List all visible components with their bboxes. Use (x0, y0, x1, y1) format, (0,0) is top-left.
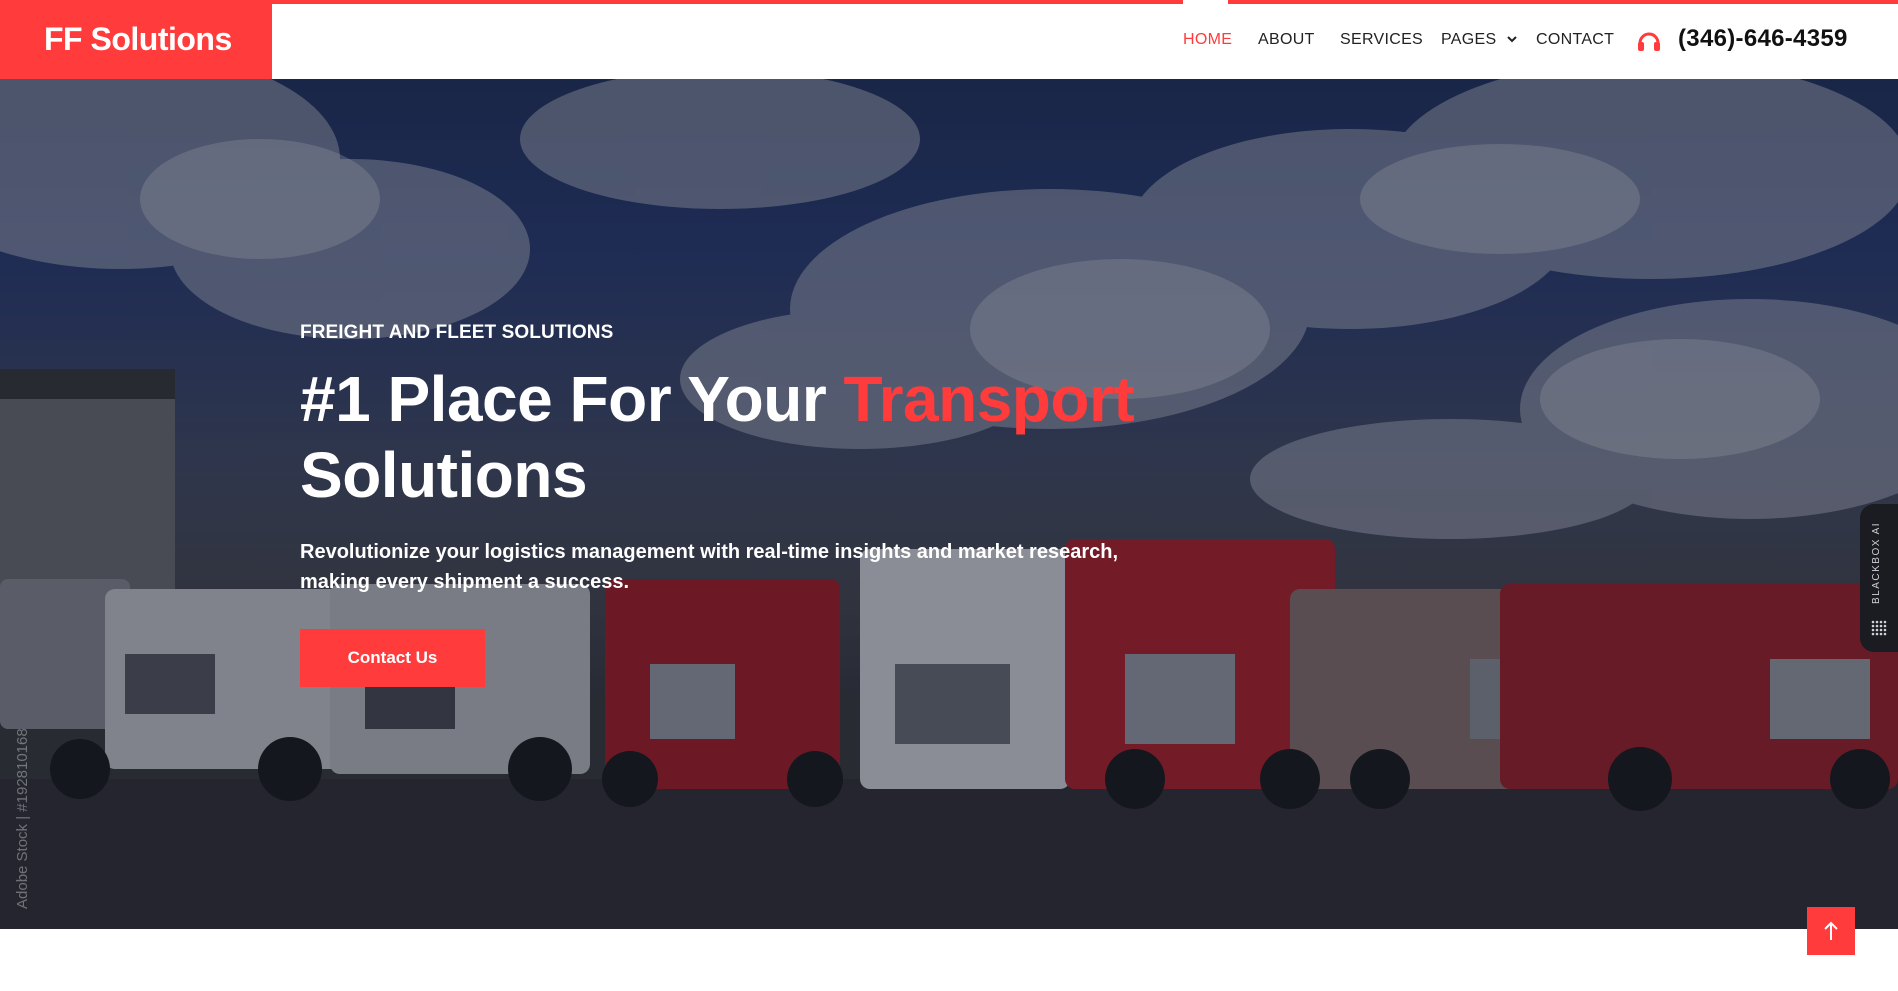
brand-logo[interactable]: FF Solutions (0, 0, 272, 79)
hero-headline: #1 Place For Your Transport Solutions (300, 361, 1200, 513)
nav-home[interactable]: HOME (1183, 31, 1232, 49)
nav-contact[interactable]: CONTACT (1536, 31, 1614, 49)
brand-name: FF Solutions (44, 21, 232, 57)
phone-number[interactable]: (346)-646-4359 (1678, 25, 1848, 53)
nav-pages[interactable]: PAGES (1441, 31, 1517, 49)
hero-headline-end: Solutions (300, 439, 588, 511)
arrow-up-icon (1824, 921, 1838, 940)
image-watermark: Adobe Stock | #192810168 (10, 719, 34, 919)
navbar-accent-strip (272, 0, 1898, 4)
navbar: FF Solutions HOME ABOUT SERVICES PAGES C… (0, 0, 1898, 79)
hero-section: FREIGHT AND FLEET SOLUTIONS #1 Place For… (0, 79, 1898, 929)
hero-headline-start: #1 Place For Your (300, 363, 827, 435)
side-tab-label: BLACKBOX AI (1871, 521, 1882, 604)
nav-pages-label: PAGES (1441, 31, 1497, 48)
dots-grid-icon (1871, 620, 1887, 636)
nav-services[interactable]: SERVICES (1340, 31, 1423, 49)
chevron-down-icon (1507, 36, 1517, 43)
hero-headline-accent: Transport (843, 363, 1135, 435)
blackbox-ai-tab[interactable]: BLACKBOX AI (1860, 504, 1898, 652)
headset-icon (1638, 32, 1660, 51)
contact-us-button[interactable]: Contact Us (300, 629, 485, 687)
navbar-accent-gap (1183, 0, 1228, 4)
nav-about[interactable]: ABOUT (1258, 31, 1315, 49)
back-to-top-button[interactable] (1807, 907, 1855, 955)
hero-eyebrow: FREIGHT AND FLEET SOLUTIONS (300, 322, 614, 343)
watermark-text: Adobe Stock | #192810168 (14, 728, 31, 909)
hero-subtitle: Revolutionize your logistics management … (300, 541, 1118, 593)
